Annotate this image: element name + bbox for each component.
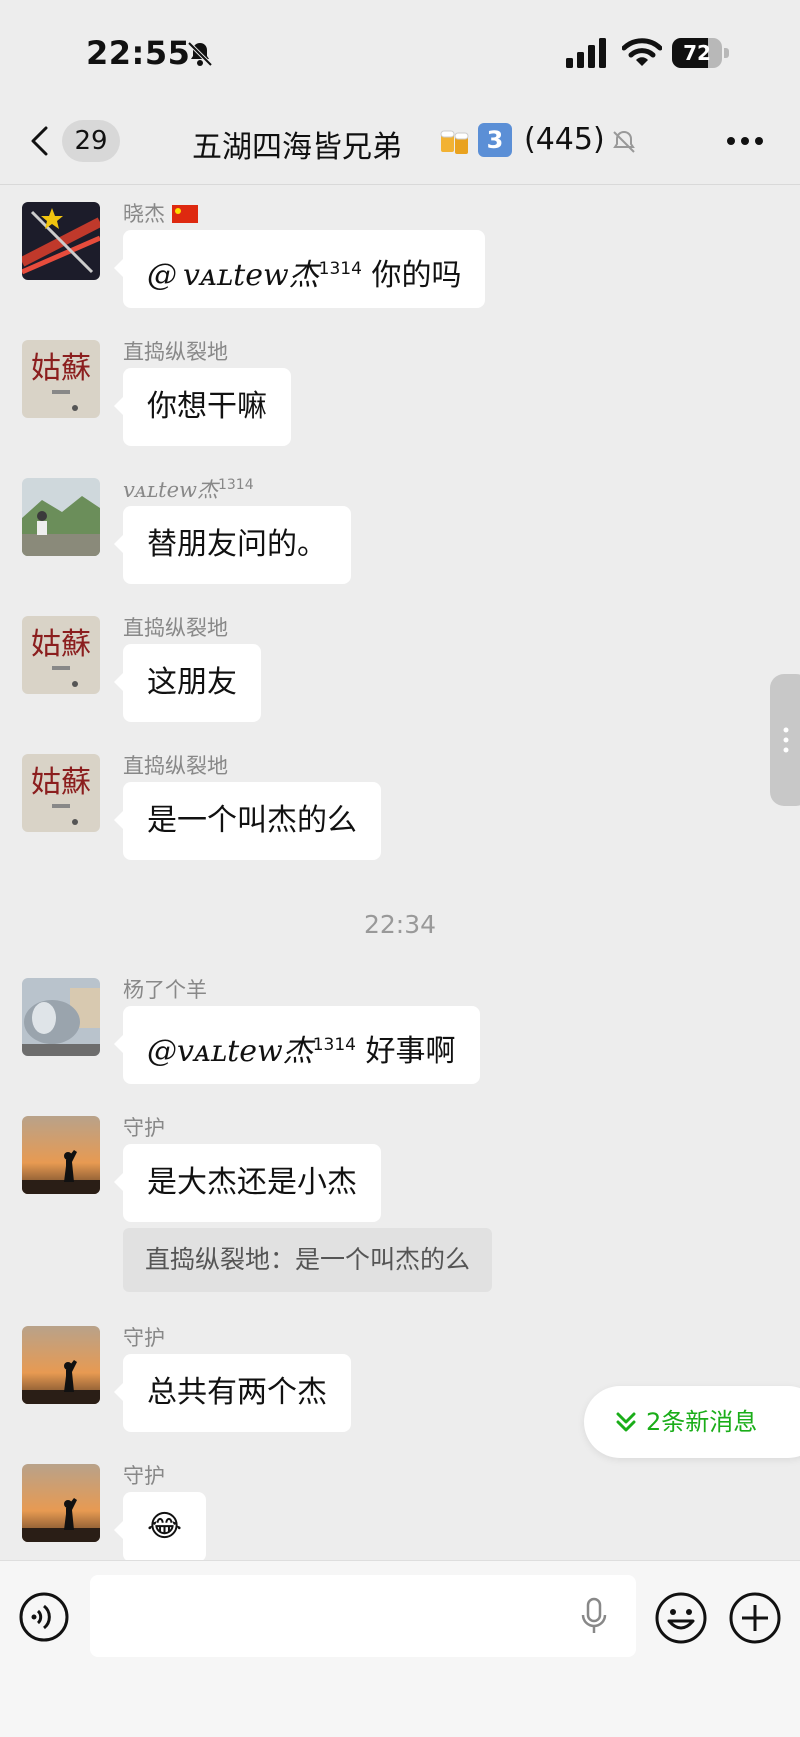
new-messages-button[interactable]: 2条新消息 [584,1386,800,1458]
gusu-calligraphy-avatar-image: 姑蘇 [22,754,100,832]
mention-text: @ vᴀʟtew杰 [147,258,319,293]
emoji-icon[interactable] [654,1591,708,1645]
member-count: (445) [524,122,605,157]
avatar[interactable] [22,1464,100,1542]
battery-percent: 72 [683,41,711,65]
avatar[interactable]: 姑蘇 [22,616,100,694]
new-messages-label: 2条新消息 [646,1408,758,1436]
gusu-text: 姑蘇 [31,765,91,800]
microphone-icon[interactable] [580,1597,608,1635]
voice-input-icon[interactable] [18,1591,70,1643]
sender-sup: 1314 [217,477,254,493]
keycap-3-badge: 3 [478,123,512,157]
fireworks-avatar-image [22,202,100,280]
message-bubble[interactable]: 是大杰还是小杰 [114,1144,381,1222]
gusu-calligraphy-avatar-image: 姑蘇 [22,340,100,418]
avatar[interactable]: 姑蘇 [22,754,100,832]
battery-indicator: 72 [672,38,730,68]
message-input[interactable] [90,1575,636,1657]
avatar[interactable] [22,978,100,1056]
gusu-text: 姑蘇 [31,351,91,386]
china-flag-icon [171,205,198,223]
timestamp: 22:34 [363,910,437,939]
wifi-icon [622,38,662,66]
double-chevron-down-icon [616,1412,636,1432]
unread-count-badge: 29 [62,120,120,162]
mention-sup: 1314 [318,259,362,279]
cellular-signal-icon [566,38,606,68]
chat-header: 29 五湖四海皆兄弟 [0,100,800,185]
beer-mugs-emoji-icon [440,130,469,154]
avatar[interactable] [22,478,100,556]
message-bubble[interactable]: @ vᴀʟtew杰1314 你的吗 [113,230,486,308]
message-bubble[interactable]: 这朋友 [114,644,261,722]
sender-name: vᴀʟtew杰1314 [123,474,254,504]
message-bubble[interactable]: 替朋友问的。 [114,506,351,584]
more-options-button[interactable] [722,124,768,158]
bell-off-icon [187,41,213,67]
plus-icon[interactable] [728,1591,782,1645]
avatar[interactable] [22,1326,100,1404]
avatar[interactable] [22,1116,100,1194]
message-text: 好事啊 [355,1034,456,1069]
message-bubble[interactable]: 是一个叫杰的么 [114,782,381,860]
sunset-silhouette-avatar-image [22,1326,100,1404]
status-time: 22:55 [86,34,191,72]
sender-name: 守护 [123,1326,165,1350]
emoji-bubble[interactable]: 😂 [113,1492,207,1562]
vertical-dots-icon [783,727,789,753]
input-bar [0,1560,800,1737]
mention-text: @vᴀʟtew杰 [147,1034,313,1069]
status-bar: 22:55 72 [0,0,800,100]
mute-bell-icon [613,130,635,153]
back-button[interactable]: 29 [22,118,122,164]
message-text: 你的吗 [361,258,462,293]
mountain-person-avatar-image [22,478,100,556]
sender-name: 直捣纵裂地 [123,754,228,778]
mention-sup: 1314 [312,1035,356,1055]
silver-tank-avatar-image [22,978,100,1056]
sender-name-text: vᴀʟtew杰 [123,478,218,502]
sunset-silhouette-avatar-image [22,1116,100,1194]
side-drawer-handle[interactable] [770,674,800,806]
sunset-silhouette-avatar-image [22,1464,100,1542]
chevron-left-icon [31,126,48,156]
quoted-reply[interactable]: 直捣纵裂地：是一个叫杰的么 [123,1228,493,1292]
sender-name-text: 晓杰 [123,202,165,226]
avatar[interactable]: 姑蘇 [22,340,100,418]
sender-name: 晓杰 [123,198,198,228]
sender-name: 杨了个羊 [123,978,207,1002]
group-title: 五湖四海皆兄弟 [192,130,402,165]
sender-name: 守护 [123,1116,165,1140]
sender-name: 守护 [123,1464,165,1488]
sender-name: 直捣纵裂地 [123,340,228,364]
sender-name: 直捣纵裂地 [123,616,228,640]
gusu-calligraphy-avatar-image: 姑蘇 [22,616,100,694]
message-bubble[interactable]: 总共有两个杰 [114,1354,351,1432]
message-bubble[interactable]: 你想干嘛 [114,368,291,446]
gusu-text: 姑蘇 [31,627,91,662]
avatar[interactable] [22,202,100,280]
more-dots-icon [727,137,763,145]
message-bubble[interactable]: @vᴀʟtew杰1314 好事啊 [114,1006,480,1084]
